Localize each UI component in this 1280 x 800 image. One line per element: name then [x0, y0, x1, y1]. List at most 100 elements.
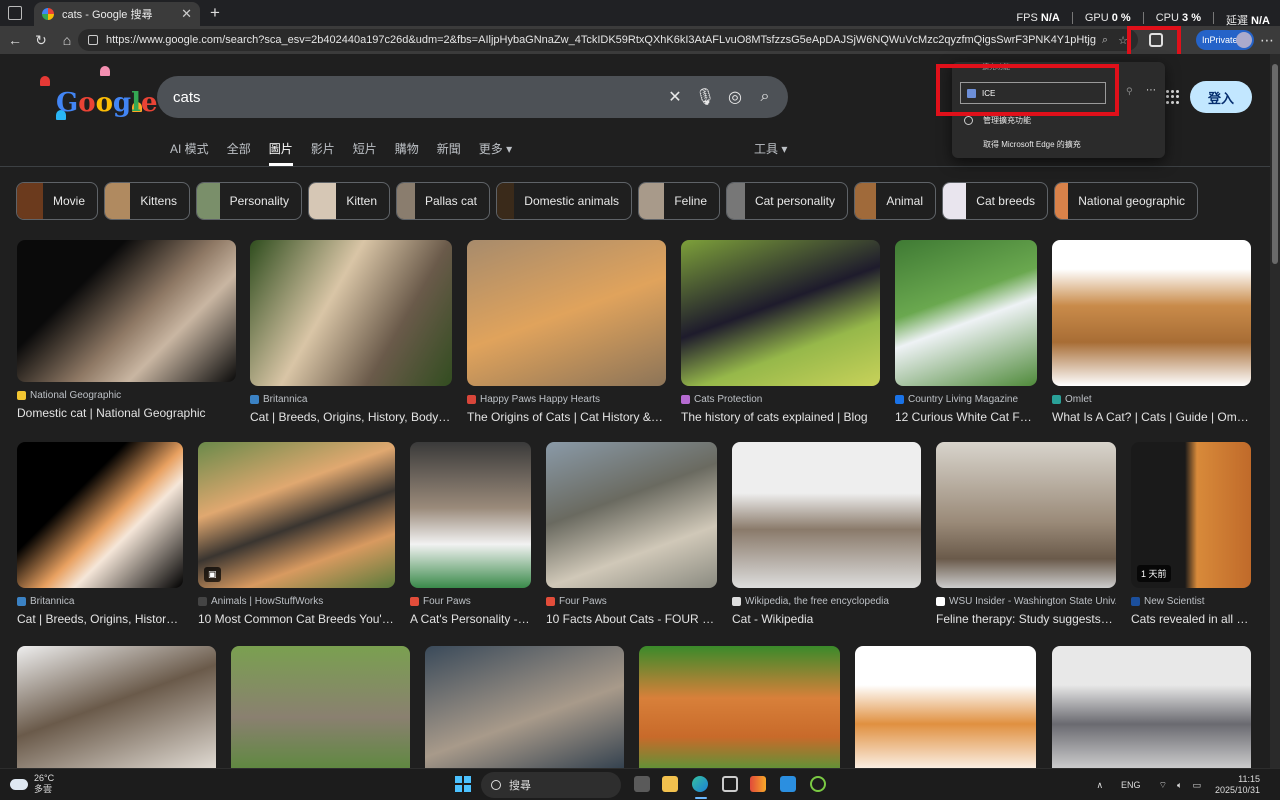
result-title[interactable]: Cat | Breeds, Origins, History, Body Ty.… [250, 410, 452, 424]
task-view-icon[interactable] [634, 776, 650, 792]
site-info-icon[interactable] [88, 35, 98, 45]
lens-camera-icon[interactable]: ◎ [720, 87, 750, 107]
image-result[interactable]: Country Living Magazine 12 Curious White … [895, 240, 1037, 424]
new-tab-icon[interactable]: + [210, 3, 220, 23]
result-title[interactable]: A Cat's Personality - F... [410, 612, 531, 626]
result-source[interactable]: Four Paws [546, 596, 717, 607]
image-result[interactable]: WSU Insider - Washington State Univ... Fe… [936, 442, 1116, 626]
tab-2[interactable]: 圖片 [268, 140, 293, 166]
clock[interactable]: 11:15 2025/10/31 [1215, 774, 1260, 796]
related-chip[interactable]: Personality [196, 182, 302, 220]
result-title[interactable]: 10 Facts About Cats - FOUR PA... [546, 612, 717, 626]
image-result[interactable]: Happy Paws Happy Hearts The Origins of Ca… [467, 240, 666, 424]
result-source[interactable]: Animals | HowStuffWorks [198, 596, 395, 607]
inprivate-badge[interactable]: InPrivate [1196, 30, 1254, 50]
battery-icon[interactable]: ▭ [1192, 780, 1201, 791]
tab-5[interactable]: 購物 [395, 140, 419, 166]
get-extensions-link[interactable]: 取得 Microsoft Edge 的擴充 [983, 139, 1081, 150]
weather-widget[interactable]: 26°C 多雲 [10, 773, 54, 795]
manage-extensions-link[interactable]: 管理擴充功能 [964, 115, 1031, 126]
microphone-icon[interactable]: 🎙︎ [690, 87, 720, 107]
home-icon[interactable]: ⌂ [56, 32, 78, 48]
volume-icon[interactable]: 🔈︎ [1177, 780, 1182, 791]
edge-browser-icon[interactable] [692, 776, 708, 792]
tab-0[interactable]: AI 模式 [170, 140, 209, 166]
tab-7[interactable]: 更多 ▾ [479, 140, 512, 166]
browser-menu-icon[interactable]: ⋯ [1260, 32, 1274, 49]
result-source[interactable]: Omlet [1052, 394, 1251, 405]
more-options-icon[interactable]: ⋯ [1146, 85, 1156, 96]
result-title[interactable]: Cats revealed in all th... [1131, 612, 1251, 626]
app-hexagon-icon[interactable] [722, 776, 738, 792]
image-result[interactable]: Four Paws 10 Facts About Cats - FOUR PA..… [546, 442, 717, 626]
related-chip[interactable]: Domestic animals [496, 182, 632, 220]
image-result[interactable]: Omlet What Is A Cat? | Cats | Guide | Oml… [1052, 240, 1251, 424]
result-image[interactable] [546, 442, 717, 588]
related-chip[interactable]: National geographic [1054, 182, 1198, 220]
related-chip[interactable]: Cat breeds [942, 182, 1048, 220]
result-image[interactable]: ▣ [198, 442, 395, 588]
result-image[interactable] [425, 646, 624, 768]
result-title[interactable]: 10 Most Common Cat Breeds You'll Fi... [198, 612, 395, 626]
image-result[interactable]: ▣ Animals | HowStuffWorks 10 Most Common C… [198, 442, 395, 626]
result-title[interactable]: Feline therapy: Study suggests cat... [936, 612, 1116, 626]
tab-4[interactable]: 短片 [353, 140, 377, 166]
image-result[interactable]: Four Paws A Cat's Personality - F... [410, 442, 531, 626]
result-image[interactable] [681, 240, 880, 386]
app-ring-icon[interactable] [810, 776, 826, 792]
related-chip[interactable]: Kitten [308, 182, 390, 220]
result-image[interactable] [17, 442, 183, 588]
result-image[interactable] [1052, 646, 1251, 768]
address-bar[interactable]: https://www.google.com/search?sca_esv=2b… [78, 29, 1138, 51]
tab-1[interactable]: 全部 [227, 140, 251, 166]
google-doodle-logo[interactable]: Google [40, 66, 158, 126]
result-image[interactable] [250, 240, 452, 386]
vscode-icon[interactable] [780, 776, 796, 792]
clear-icon[interactable]: ✕ [660, 87, 690, 107]
result-image[interactable] [231, 646, 410, 768]
related-chip[interactable]: Movie [16, 182, 98, 220]
image-result[interactable]: Britannica Cat | Breeds, Origins, History… [250, 240, 452, 424]
related-chip[interactable]: Feline [638, 182, 720, 220]
result-image[interactable] [855, 646, 1036, 768]
google-apps-icon[interactable] [1166, 90, 1180, 104]
app-store-icon[interactable] [750, 776, 766, 792]
result-source[interactable]: Happy Paws Happy Hearts [467, 394, 666, 405]
result-source[interactable]: Wikipedia, the free encyclopedia [732, 596, 921, 607]
related-chip[interactable]: Kittens [104, 182, 190, 220]
zoom-icon[interactable]: ⌕ [1102, 34, 1108, 47]
search-icon[interactable]: ⌕ [750, 88, 780, 106]
refresh-icon[interactable]: ↻ [30, 32, 52, 49]
input-language[interactable]: ENG [1121, 780, 1141, 790]
wifi-icon[interactable]: ⌔ [1159, 780, 1167, 791]
result-image[interactable] [410, 442, 531, 588]
taskbar-search[interactable]: 搜尋 [481, 772, 621, 798]
result-image[interactable]: 1 天前 [1131, 442, 1251, 588]
file-explorer-icon[interactable] [662, 776, 678, 792]
image-result[interactable]: Wikipedia, the free encyclopedia Cat - Wi… [732, 442, 921, 626]
result-source[interactable]: Country Living Magazine [895, 394, 1037, 405]
image-result[interactable]: National Geographic Domestic cat | Nation… [17, 240, 236, 420]
result-title[interactable]: 12 Curious White Cat Fact... [895, 410, 1037, 424]
related-chip[interactable]: Animal [854, 182, 936, 220]
related-chip[interactable]: Cat personality [726, 182, 848, 220]
browser-tab[interactable]: cats - Google 搜尋 ✕ [34, 2, 200, 26]
result-source[interactable]: Britannica [250, 394, 452, 405]
result-title[interactable]: The history of cats explained | Blog [681, 410, 880, 424]
pin-icon[interactable]: ⚲ [1126, 86, 1133, 97]
result-title[interactable]: Cat | Breeds, Origins, History, B... [17, 612, 183, 626]
windows-start-icon[interactable] [455, 776, 471, 792]
sign-in-button[interactable]: 登入 [1190, 81, 1252, 113]
result-source[interactable]: Cats Protection [681, 394, 880, 405]
result-image[interactable] [1052, 240, 1251, 386]
result-image[interactable] [639, 646, 840, 768]
tools-button[interactable]: 工具 ▾ [754, 140, 787, 157]
back-icon[interactable]: ← [4, 32, 26, 48]
result-title[interactable]: Cat - Wikipedia [732, 612, 921, 626]
image-result[interactable]: Britannica Cat | Breeds, Origins, History… [17, 442, 183, 626]
tab-3[interactable]: 影片 [311, 140, 335, 166]
result-image[interactable] [936, 442, 1116, 588]
result-title[interactable]: Domestic cat | National Geographic [17, 406, 236, 420]
result-source[interactable]: Britannica [17, 596, 183, 607]
result-image[interactable] [467, 240, 666, 386]
